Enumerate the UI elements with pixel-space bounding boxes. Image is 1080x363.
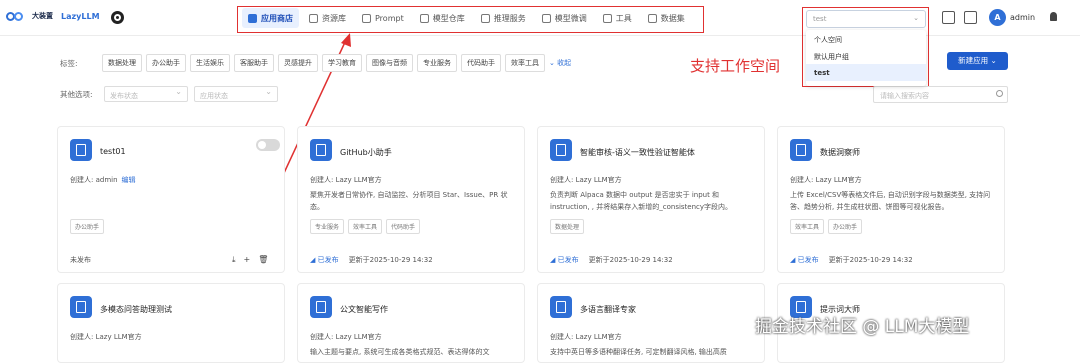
card-title: test01 <box>100 147 126 156</box>
watermark: 掘金技术社区 @ LLM大模型 <box>755 317 970 337</box>
card-tags: 数据处理 <box>550 219 585 234</box>
publish-status-select[interactable]: 发布状态 <box>104 86 188 102</box>
updated-time: 更新于2025-10-29 14:32 <box>588 256 673 264</box>
app-icon <box>70 296 92 318</box>
card-footer: ◢ 已发布 更新于2025-10-29 14:32 <box>550 255 673 265</box>
app-card[interactable]: GitHub小助手 创建人: Lazy LLM官方 聚焦开发者日常协作, 自动监… <box>297 126 525 273</box>
card-creator: 创建人: Lazy LLM官方 <box>790 176 862 184</box>
tag-code-assistant[interactable]: 代码助手 <box>461 54 501 72</box>
status-badge: ◢ 已发布 <box>310 256 339 264</box>
card-title: 数据洞察师 <box>820 148 860 157</box>
tag-office-assistant[interactable]: 办公助手 <box>146 54 186 72</box>
card-creator: 创建人: Lazy LLM官方 <box>550 333 622 341</box>
card-title: GitHub小助手 <box>340 148 392 157</box>
tag-image-audio[interactable]: 图像与音频 <box>366 54 413 72</box>
collapse-link[interactable]: ⌄ 收起 <box>549 58 571 68</box>
card-title: 多语言翻译专家 <box>580 305 636 314</box>
card-creator: 创建人: admin 编辑 <box>70 176 136 184</box>
updated-time: 更新于2025-10-29 14:32 <box>828 256 913 264</box>
tag-professional[interactable]: 专业服务 <box>417 54 457 72</box>
card-title: 智能审核-语义一致性验证智能体 <box>580 148 695 157</box>
other-filter-row: 其他选项: 发布状态 应用状态 <box>60 86 278 102</box>
card-description: 聚焦开发者日常协作, 自动监控、分析项目 Star、Issue、PR 状态。 <box>310 191 508 211</box>
card-creator: 创建人: Lazy LLM官方 <box>310 333 382 341</box>
status-badge: ◢ 已发布 <box>550 256 579 264</box>
tag-filter-row: 标签: 数据处理 办公助手 生活娱乐 客服助手 灵感提升 学习教育 图像与音频 … <box>60 54 571 72</box>
workspace-dropdown: 个人空间 默认用户组 test <box>806 30 926 86</box>
card-footer: ◢ 已发布 更新于2025-10-29 14:32 <box>310 255 433 265</box>
publish-toggle[interactable] <box>256 139 280 151</box>
tags-label: 标签: <box>60 58 78 68</box>
app-icon <box>550 296 572 318</box>
card-footer: 未发布 <box>70 255 91 265</box>
card-tag: 效率工具 <box>790 219 825 234</box>
card-description: 支持中英日等多语种翻译任务, 可定制翻译风格, 输出高质 <box>550 348 727 356</box>
card-creator: 创建人: Lazy LLM官方 <box>550 176 622 184</box>
other-options-label: 其他选项: <box>60 89 93 99</box>
card-description: 输入主题与要点, 系统可生成各类格式规范、表达得体的文 <box>310 348 490 356</box>
app-icon <box>70 139 92 161</box>
edit-link[interactable]: 编辑 <box>122 176 136 184</box>
tag-customer-service[interactable]: 客服助手 <box>234 54 274 72</box>
tag-productivity[interactable]: 效率工具 <box>505 54 545 72</box>
card-tags: 办公助手 <box>70 219 105 234</box>
workspace-option-personal[interactable]: 个人空间 <box>806 30 926 47</box>
card-title: 多模态问答助理测试 <box>100 305 172 314</box>
app-card[interactable]: 公文智能写作 创建人: Lazy LLM官方 输入主题与要点, 系统可生成各类格… <box>297 283 525 363</box>
app-card[interactable]: test01 创建人: admin 编辑 办公助手 未发布 ⤓ + 🗑 <box>57 126 285 273</box>
workspace-option-default-group[interactable]: 默认用户组 <box>806 47 926 64</box>
tag-lifestyle[interactable]: 生活娱乐 <box>190 54 230 72</box>
card-description: 上传 Excel/CSV等表格文件后, 自动识别字段与数据类型, 支持问答、趋势… <box>790 191 991 211</box>
plus-icon[interactable]: + <box>244 255 251 265</box>
card-tag: 专业服务 <box>310 219 345 234</box>
card-tag: 效率工具 <box>348 219 383 234</box>
card-tag: 办公助手 <box>70 219 105 234</box>
status-label: 未发布 <box>70 256 91 264</box>
download-icon[interactable]: ⤓ <box>232 255 236 265</box>
search-input[interactable]: 请输入搜索内容 <box>873 86 1008 103</box>
new-app-button[interactable]: 新建应用 ⌄ <box>947 52 1008 70</box>
card-tag: 办公助手 <box>828 219 863 234</box>
updated-time: 更新于2025-10-29 14:32 <box>348 256 433 264</box>
card-title: 公文智能写作 <box>340 305 388 314</box>
card-tags: 专业服务 效率工具 代码助手 <box>310 219 421 234</box>
card-creator: 创建人: Lazy LLM官方 <box>70 333 142 341</box>
card-tag: 代码助手 <box>386 219 421 234</box>
card-actions: ⤓ + 🗑 <box>232 255 268 265</box>
tag-inspiration[interactable]: 灵感提升 <box>278 54 318 72</box>
card-tags: 效率工具 办公助手 <box>790 219 863 234</box>
annotation-text: 支持工作空间 <box>690 57 781 75</box>
app-icon <box>310 296 332 318</box>
app-icon <box>790 139 812 161</box>
app-card[interactable]: 数据洞察师 创建人: Lazy LLM官方 上传 Excel/CSV等表格文件后… <box>777 126 1005 273</box>
workspace-option-test[interactable]: test <box>806 64 926 81</box>
app-card[interactable]: 多语言翻译专家 创建人: Lazy LLM官方 支持中英日等多语种翻译任务, 可… <box>537 283 765 363</box>
app-icon <box>550 139 572 161</box>
status-badge: ◢ 已发布 <box>790 256 819 264</box>
card-description: 负责判断 Alpaca 数据中 output 是否忠实于 input 和 ins… <box>550 191 733 211</box>
card-tag: 数据处理 <box>550 219 585 234</box>
app-icon <box>310 139 332 161</box>
app-card[interactable]: 智能审核-语义一致性验证智能体 创建人: Lazy LLM官方 负责判断 Alp… <box>537 126 765 273</box>
app-card[interactable]: 多模态问答助理测试 创建人: Lazy LLM官方 <box>57 283 285 363</box>
search-icon <box>996 90 1003 97</box>
card-creator: 创建人: Lazy LLM官方 <box>310 176 382 184</box>
app-status-select[interactable]: 应用状态 <box>194 86 278 102</box>
card-footer: ◢ 已发布 更新于2025-10-29 14:32 <box>790 255 913 265</box>
trash-icon[interactable]: 🗑 <box>258 255 268 265</box>
tag-education[interactable]: 学习教育 <box>322 54 362 72</box>
tag-data-processing[interactable]: 数据处理 <box>102 54 142 72</box>
